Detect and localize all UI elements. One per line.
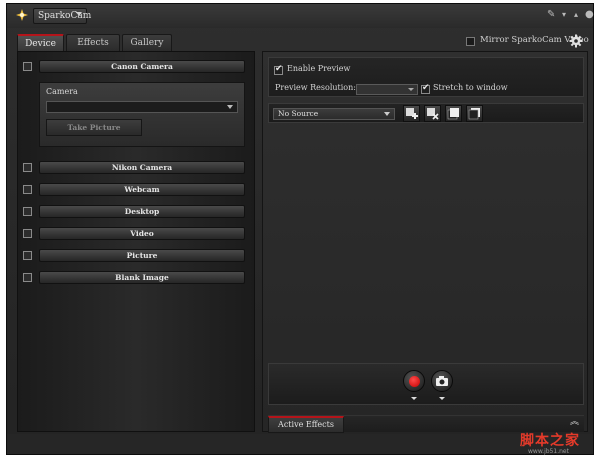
bring-forward-button[interactable]	[445, 105, 462, 122]
source-select-value: No Source	[278, 109, 319, 118]
desktop-checkbox[interactable]	[23, 207, 32, 216]
nikon-camera-checkbox[interactable]	[23, 163, 32, 172]
source-canon-camera-label: Canon Camera	[111, 62, 173, 71]
mirror-video-checkbox[interactable]	[466, 37, 475, 46]
watermark-url: www.jb51.net	[528, 448, 569, 455]
snapshot-options-chevron-icon[interactable]	[439, 397, 445, 400]
tab-gallery[interactable]: Gallery	[122, 34, 172, 51]
source-select[interactable]: No Source	[273, 108, 395, 120]
tab-device[interactable]: Device	[17, 34, 64, 51]
add-source-button[interactable]	[403, 105, 420, 122]
send-backward-button[interactable]	[466, 105, 483, 122]
tab-effects[interactable]: Effects	[66, 34, 120, 51]
picture-checkbox[interactable]	[23, 251, 32, 260]
camera-icon	[436, 376, 448, 386]
tab-active-effects[interactable]: Active Effects	[268, 416, 344, 433]
tab-gallery-label: Gallery	[130, 38, 164, 48]
remove-layer-icon	[427, 108, 439, 120]
preview-settings: ✔ Enable Preview Preview Resolution: ✔ S…	[268, 57, 584, 97]
source-video[interactable]: Video	[39, 227, 245, 240]
remove-source-button[interactable]	[424, 105, 441, 122]
camera-label: Camera	[46, 87, 78, 96]
capture-controls	[268, 363, 584, 405]
status-footer	[7, 434, 593, 454]
source-canon-camera[interactable]: Canon Camera	[39, 60, 245, 73]
camera-settings-group: Camera Take Picture	[39, 82, 245, 147]
source-desktop-label: Desktop	[124, 207, 160, 216]
chevron-up-double-icon[interactable]: ︽	[570, 417, 579, 427]
watermark-text: 脚本之家	[520, 433, 580, 449]
preview-panel: ✔ Enable Preview Preview Resolution: ✔ S…	[262, 51, 588, 433]
chevron-down-icon	[408, 88, 414, 91]
camera-select[interactable]	[46, 101, 238, 113]
chevron-down-icon	[384, 112, 390, 116]
app-title: SparkoCam	[38, 11, 92, 21]
active-effects-label: Active Effects	[278, 420, 334, 429]
watermark-logo: 脚本之家 www.jb51.net	[520, 430, 598, 458]
title-bar: SparkoCam ✎ ▾ ▴ ●	[7, 4, 594, 28]
enable-preview-label: Enable Preview	[287, 64, 351, 73]
pin-icon[interactable]: ✎	[547, 10, 555, 20]
record-button[interactable]	[403, 370, 425, 392]
app-window: SparkoCam ✎ ▾ ▴ ● Device Effects Gallery…	[6, 3, 594, 455]
source-nikon-camera-label: Nikon Camera	[111, 163, 173, 172]
preview-resolution-select[interactable]	[356, 84, 418, 95]
maximize-icon[interactable]: ▴	[574, 10, 578, 20]
stretch-to-window-checkbox[interactable]: ✔	[421, 83, 430, 94]
snapshot-button[interactable]	[431, 370, 453, 392]
source-toolbar: No Source	[268, 103, 584, 123]
source-picture-label: Picture	[126, 251, 158, 260]
minimize-icon[interactable]: ▾	[562, 10, 566, 20]
chevron-down-icon	[227, 105, 233, 109]
device-panel: Canon Camera Camera Take Picture Nikon C…	[17, 51, 255, 432]
enable-preview-checkbox[interactable]: ✔	[274, 64, 283, 75]
record-icon	[409, 376, 420, 387]
checkmark-icon: ✔	[422, 83, 430, 93]
video-checkbox[interactable]	[23, 229, 32, 238]
source-desktop[interactable]: Desktop	[39, 205, 245, 218]
source-video-label: Video	[130, 229, 154, 238]
tab-effects-label: Effects	[77, 38, 109, 48]
gear-icon[interactable]	[569, 34, 583, 48]
source-blank-image[interactable]: Blank Image	[39, 271, 245, 284]
bring-forward-icon	[447, 108, 459, 120]
sparkocam-logo-icon	[16, 9, 28, 21]
chevron-down-icon[interactable]	[76, 12, 82, 16]
stretch-to-window-label: Stretch to window	[433, 83, 508, 92]
blank-image-checkbox[interactable]	[23, 273, 32, 282]
source-blank-image-label: Blank Image	[115, 273, 169, 282]
source-webcam[interactable]: Webcam	[39, 183, 245, 196]
webcam-checkbox[interactable]	[23, 185, 32, 194]
app-menu-button[interactable]: SparkoCam	[33, 8, 91, 24]
tab-device-label: Device	[25, 39, 56, 49]
add-layer-icon	[406, 108, 418, 119]
source-webcam-label: Webcam	[124, 185, 160, 194]
take-picture-button[interactable]: Take Picture	[46, 119, 142, 136]
preview-resolution-label: Preview Resolution:	[275, 83, 356, 92]
send-backward-icon	[468, 108, 480, 120]
canon-camera-checkbox[interactable]	[23, 62, 32, 71]
take-picture-label: Take Picture	[67, 123, 121, 132]
checkmark-icon: ✔	[275, 64, 283, 74]
source-picture[interactable]: Picture	[39, 249, 245, 262]
source-nikon-camera[interactable]: Nikon Camera	[39, 161, 245, 174]
close-icon[interactable]: ●	[585, 10, 594, 20]
record-options-chevron-icon[interactable]	[411, 397, 417, 400]
